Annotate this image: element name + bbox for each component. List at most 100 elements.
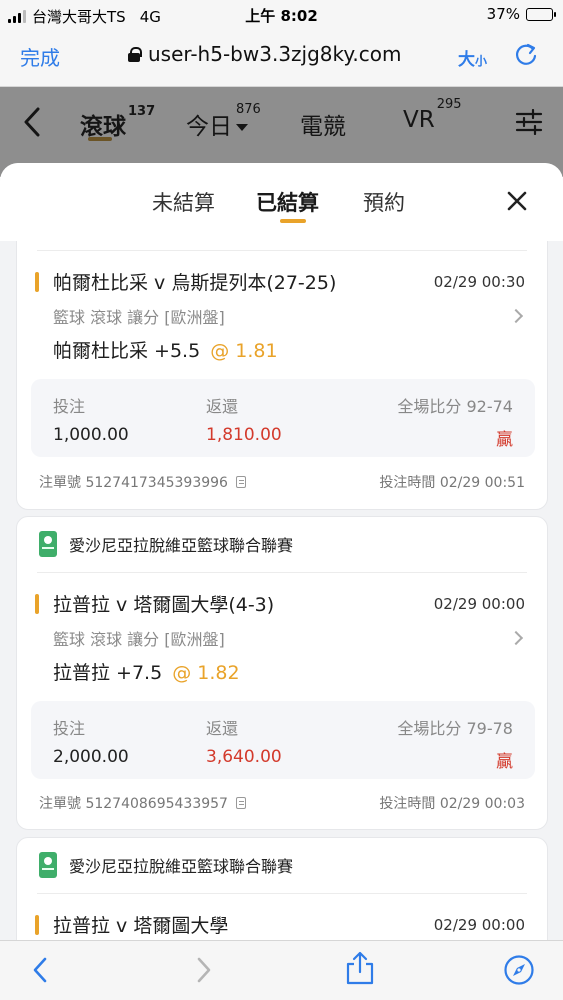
copy-icon[interactable] (235, 476, 246, 488)
league-name: 愛沙尼亞拉脫維亞籃球聯合聯賽 (69, 857, 294, 876)
score-label: 全場比分 92-74 (397, 397, 513, 416)
stake-label: 投注 (53, 397, 86, 416)
close-icon[interactable] (505, 189, 529, 213)
nav-tab-live[interactable]: 滾球137 (80, 104, 156, 141)
tab-reserved[interactable]: 預約 (363, 187, 405, 217)
odds: @ 1.82 (172, 662, 240, 684)
nav-tab-count: 876 (236, 102, 261, 118)
filter-icon[interactable] (515, 109, 543, 135)
status-bar: 台灣大哥大TS 4G 上午 8:02 37% (0, 0, 563, 30)
league-icon (39, 852, 57, 878)
nav-tab-count: 137 (128, 104, 156, 120)
share-icon[interactable] (344, 951, 376, 985)
bet-card[interactable]: 愛沙尼亞拉脫維亞籃球聯合聯賽 拉普拉 v 塔爾圖大學(4-3) 02/29 00… (16, 516, 548, 830)
return-label: 返還 (206, 719, 239, 738)
nav-tab-today[interactable]: 今日876 (186, 102, 275, 141)
ticket-number: 注單號 5127417345393996 (39, 475, 228, 491)
score-block: 全場比分 79-78 贏 (397, 715, 513, 772)
compass-icon[interactable] (503, 954, 535, 986)
bet-history-sheet: 未結算 已結算 預約 帕爾杜比采 v 烏斯提列本(27-25) 02/29 00… (0, 163, 563, 940)
return-value: 1,810.00 (206, 425, 282, 445)
pick-text: 帕爾杜比采 +5.5 (53, 340, 201, 362)
url-text: user-h5-bw3.3zjg8ky.com (148, 42, 402, 66)
copy-icon[interactable] (235, 797, 246, 809)
match-time: 02/29 00:00 (433, 594, 525, 613)
match-row: 拉普拉 v 塔爾圖大學(4-3) 02/29 00:00 (35, 590, 525, 617)
tab-unsettled[interactable]: 未結算 (152, 187, 215, 217)
status-time: 上午 8:02 (245, 7, 318, 25)
match-name: 拉普拉 v 塔爾圖大學 (53, 915, 229, 937)
score-block: 全場比分 92-74 贏 (397, 393, 513, 450)
chevron-right-icon[interactable] (508, 630, 524, 646)
pick-text: 拉普拉 +7.5 (53, 662, 163, 684)
text-size-large: 大 (458, 50, 475, 70)
odds: @ 1.81 (210, 340, 278, 362)
league-row: 愛沙尼亞拉脫維亞籃球聯合聯賽 (39, 852, 293, 878)
match-name: 帕爾杜比采 v 烏斯提列本(27-25) (53, 272, 337, 294)
match-row: 拉普拉 v 塔爾圖大學 02/29 00:00 (35, 911, 525, 938)
match-row: 帕爾杜比采 v 烏斯提列本(27-25) 02/29 00:30 (35, 268, 525, 295)
bet-footer: 注單號 5127408695433957 投注時間 02/29 00:03 (39, 793, 525, 813)
battery-percent: 37% (486, 5, 520, 23)
league-name: 愛沙尼亞拉脫維亞籃球聯合聯賽 (69, 536, 294, 555)
battery-icon (526, 7, 556, 21)
bet-meta-text: 籃球 滾球 讓分 [歐洲盤] (53, 630, 225, 649)
nav-tab-vr[interactable]: VR295 (403, 97, 462, 133)
nav-tab-label: VR (403, 107, 435, 133)
nav-tab-label: 電競 (300, 114, 346, 140)
accent-bar (35, 914, 39, 935)
match-name: 拉普拉 v 塔爾圖大學(4-3) (53, 594, 275, 616)
text-size-button[interactable]: 大小 (458, 45, 487, 70)
forward-icon[interactable] (188, 955, 218, 985)
nav-tab-count: 295 (436, 97, 462, 113)
accent-bar (35, 593, 39, 614)
bet-stats: 投注 2,000.00 返還 3,640.00 全場比分 79-78 贏 (31, 701, 535, 779)
bet-footer: 注單號 5127417345393996 投注時間 02/29 00:51 (39, 472, 525, 492)
return-label: 返還 (206, 397, 239, 416)
stake-value: 1,000.00 (53, 425, 129, 445)
done-button[interactable]: 完成 (20, 42, 60, 71)
return-block: 返還 1,810.00 (206, 393, 282, 445)
reload-icon[interactable] (513, 42, 539, 68)
accent-bar (35, 271, 39, 292)
browser-address-bar: 完成 user-h5-bw3.3zjg8ky.com 大小 (0, 30, 563, 87)
ticket-number: 注單號 5127408695433957 (39, 796, 228, 812)
bet-pick: 拉普拉 +7.5 @ 1.82 (53, 658, 240, 685)
bet-card[interactable]: 帕爾杜比采 v 烏斯提列本(27-25) 02/29 00:30 籃球 滾球 讓… (16, 241, 548, 510)
match-time: 02/29 00:30 (433, 272, 525, 291)
match-time: 02/29 00:00 (433, 915, 525, 934)
divider (37, 572, 527, 573)
nav-active-underline (88, 137, 112, 141)
chevron-right-icon[interactable] (508, 308, 524, 324)
back-icon[interactable] (20, 105, 46, 139)
return-value: 3,640.00 (206, 747, 282, 767)
result-badge: 贏 (496, 430, 513, 450)
bet-meta-text: 籃球 滾球 讓分 [歐洲盤] (53, 308, 225, 327)
tab-active-underline (280, 219, 306, 223)
url-field[interactable]: user-h5-bw3.3zjg8ky.com (128, 42, 401, 66)
stake-block: 投注 1,000.00 (53, 393, 129, 445)
divider (37, 250, 527, 251)
bet-meta: 籃球 滾球 讓分 [歐洲盤] (53, 626, 525, 650)
bet-card[interactable]: 愛沙尼亞拉脫維亞籃球聯合聯賽 拉普拉 v 塔爾圖大學 02/29 00:00 (16, 837, 548, 940)
stake-block: 投注 2,000.00 (53, 715, 129, 767)
bet-time: 投注時間 02/29 00:51 (379, 475, 525, 491)
bet-meta: 籃球 滾球 讓分 [歐洲盤] (53, 304, 525, 328)
bet-stats: 投注 1,000.00 返還 1,810.00 全場比分 92-74 贏 (31, 379, 535, 457)
divider (37, 893, 527, 894)
score-label: 全場比分 79-78 (397, 719, 513, 738)
return-block: 返還 3,640.00 (206, 715, 282, 767)
nav-tab-esports[interactable]: 電競 (300, 107, 346, 141)
text-size-small: 小 (475, 54, 488, 68)
sheet-header: 未結算 已結算 預約 (0, 163, 563, 241)
tab-settled[interactable]: 已結算 (256, 187, 319, 217)
result-badge: 贏 (496, 752, 513, 772)
lock-icon (128, 46, 142, 62)
caret-down-icon (236, 124, 248, 131)
status-right: 37% (486, 5, 556, 23)
back-icon[interactable] (26, 955, 56, 985)
bet-pick: 帕爾杜比采 +5.5 @ 1.81 (53, 336, 278, 363)
browser-toolbar (0, 940, 563, 1000)
nav-tab-label: 今日 (186, 114, 232, 140)
league-row: 愛沙尼亞拉脫維亞籃球聯合聯賽 (39, 531, 293, 557)
